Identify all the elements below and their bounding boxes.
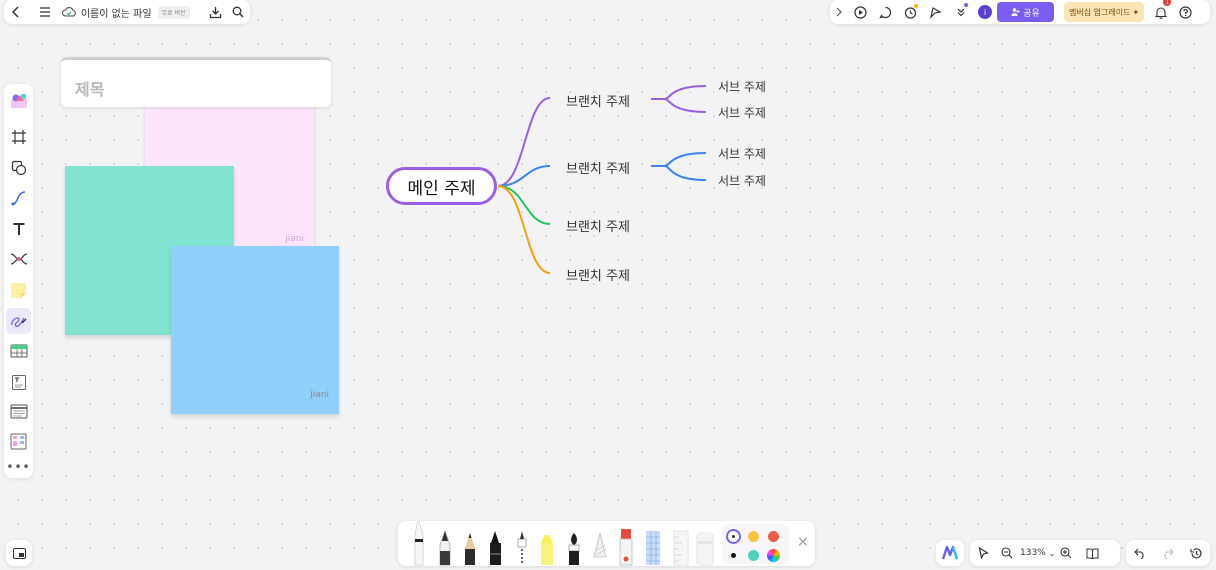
ai-logo-icon [942, 546, 958, 560]
red-marker[interactable] [619, 529, 633, 566]
zoom-out-icon[interactable] [996, 540, 1018, 566]
color-teal[interactable] [748, 550, 759, 561]
crayon[interactable] [593, 532, 607, 558]
eraser[interactable] [696, 532, 714, 566]
color-yellow[interactable] [748, 531, 759, 542]
mindmap-branch-node[interactable]: 브랜치 주제 [566, 158, 630, 177]
mindmap-sub-node[interactable]: 서브 주제 [718, 78, 766, 95]
mindmap-connectors [497, 85, 707, 274]
close-toolbar-button[interactable]: × [797, 534, 809, 550]
mindmap-sub-node[interactable]: 서브 주제 [718, 145, 766, 162]
mindmap-sub-node[interactable]: 서브 주제 [718, 104, 766, 121]
zoom-controls: 133% ⌄ [970, 540, 1120, 566]
minimap-icon [12, 547, 26, 559]
minimap-button[interactable] [6, 540, 32, 566]
select-cursor-icon[interactable] [970, 540, 996, 566]
zoom-in-icon[interactable] [1055, 540, 1077, 566]
history-controls [1126, 540, 1210, 566]
color-palette [722, 524, 789, 564]
fountain-pen[interactable] [439, 529, 451, 566]
zoom-dropdown-icon[interactable]: ⌄ [1049, 549, 1056, 558]
undo-icon[interactable] [1126, 540, 1154, 566]
history-icon[interactable] [1182, 540, 1210, 566]
ai-button[interactable] [936, 540, 964, 566]
highlighter[interactable] [541, 535, 553, 565]
zoom-level[interactable]: 133% [1020, 548, 1046, 558]
ruler[interactable] [673, 530, 689, 566]
pencil[interactable] [465, 533, 475, 565]
color-white-center [732, 535, 735, 538]
brush-pen[interactable] [568, 533, 580, 565]
dotted-pen[interactable] [517, 531, 527, 565]
color-black[interactable] [731, 553, 736, 558]
grid-brush[interactable] [646, 531, 660, 565]
mindmap-branch-node[interactable]: 브랜치 주제 [566, 265, 630, 284]
mindmap-sub-node[interactable]: 서브 주제 [718, 172, 766, 189]
mindmap-main-node[interactable]: 메인 주제 [386, 167, 497, 205]
mindmap-branch-node[interactable]: 브랜치 주제 [566, 216, 630, 235]
color-picker[interactable] [767, 549, 780, 562]
pen-toolbar: × [398, 521, 815, 566]
fineliner-pen[interactable] [414, 521, 424, 566]
marker[interactable] [490, 531, 501, 565]
color-red[interactable] [768, 531, 779, 542]
redo-icon[interactable] [1154, 540, 1182, 566]
book-view-icon[interactable] [1077, 540, 1107, 566]
mindmap-branch-node[interactable]: 브랜치 주제 [566, 91, 630, 110]
